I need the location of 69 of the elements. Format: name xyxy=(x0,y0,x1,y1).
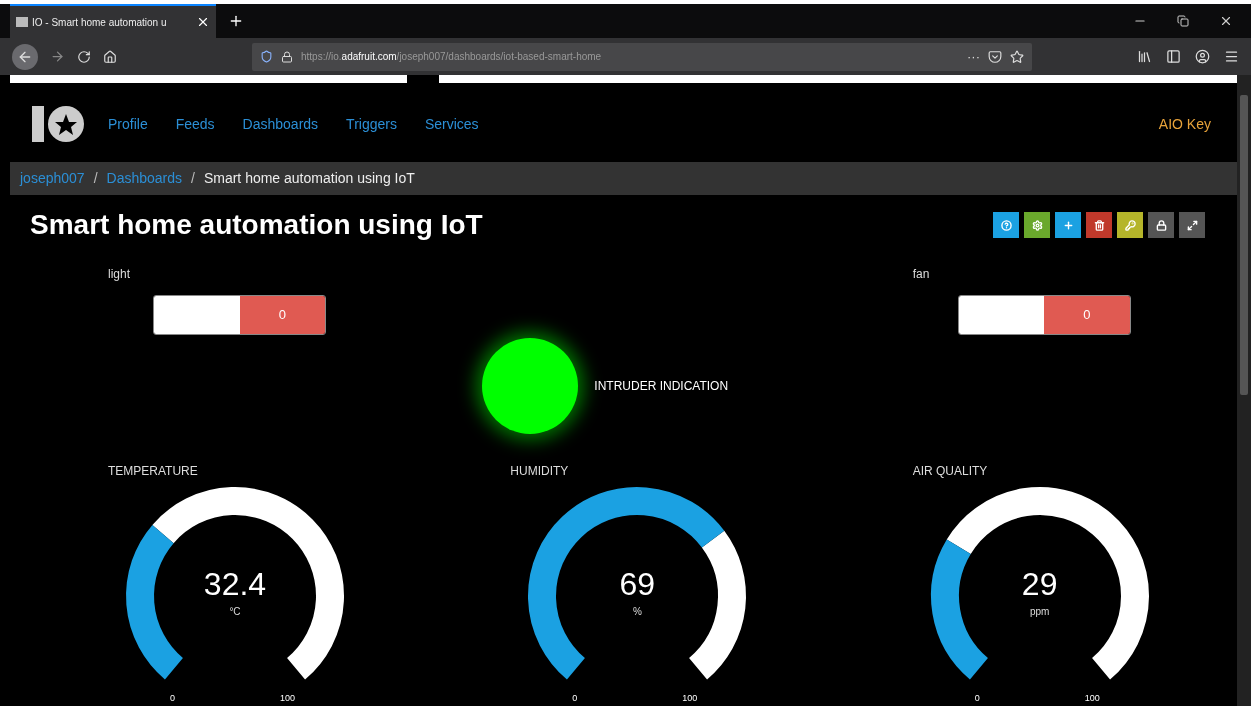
browser-tab[interactable]: IO - Smart home automation u xyxy=(10,4,216,38)
nav-link[interactable]: Feeds xyxy=(175,113,215,135)
gauge-max: 100 xyxy=(280,694,296,703)
menu-icon[interactable] xyxy=(1224,49,1239,64)
toggle-label: light xyxy=(108,265,130,283)
gauge-min: 0 xyxy=(572,694,578,703)
aio-key-link[interactable]: AIO Key xyxy=(1158,113,1211,135)
breadcrumb-current: Smart home automation using IoT xyxy=(203,169,415,189)
key-icon xyxy=(1124,219,1136,231)
new-tab-icon[interactable] xyxy=(228,13,244,29)
gauge-unit: ppm xyxy=(1029,605,1050,619)
library-icon[interactable] xyxy=(1137,49,1152,64)
account-icon[interactable] xyxy=(1195,49,1210,64)
help-button[interactable] xyxy=(993,212,1019,239)
pocket-icon[interactable] xyxy=(988,49,1002,64)
gauge-value: 32.4 xyxy=(203,568,267,600)
toggle-label: fan xyxy=(912,265,930,283)
expand-icon xyxy=(1186,219,1198,231)
add-button[interactable] xyxy=(1055,212,1081,239)
close-icon[interactable] xyxy=(196,15,210,29)
lock-button[interactable] xyxy=(1148,212,1174,239)
scrollbar[interactable] xyxy=(1237,75,1251,706)
gauge-value: 29 xyxy=(1021,568,1058,600)
help-icon xyxy=(1000,219,1012,231)
gauge-min: 0 xyxy=(170,694,175,703)
breadcrumb-separator: / xyxy=(191,169,195,189)
gauge-unit: % xyxy=(632,605,642,619)
breadcrumb-link[interactable]: joseph007 xyxy=(20,168,85,190)
gauge-max: 100 xyxy=(682,694,698,703)
gauge-label: HUMIDITY xyxy=(510,463,569,480)
breadcrumb-link[interactable]: Dashboards xyxy=(106,168,182,190)
key-button[interactable] xyxy=(1117,212,1143,239)
nav-link[interactable]: Dashboards xyxy=(242,113,319,135)
gauge-max: 100 xyxy=(1084,694,1100,703)
close-window-icon[interactable] xyxy=(1219,14,1233,28)
gauge-value: 69 xyxy=(619,568,656,600)
lock-icon xyxy=(281,50,293,63)
nav-link[interactable]: Triggers xyxy=(346,113,397,135)
expand-button[interactable] xyxy=(1179,212,1205,239)
gauge-unit: °C xyxy=(229,605,241,619)
delete-button[interactable] xyxy=(1086,212,1112,239)
page-actions-button[interactable]: ··· xyxy=(967,46,980,67)
reload-icon[interactable] xyxy=(77,49,91,64)
address-bar[interactable]: https://io.adafruit.com/joseph007/dashboards/iot-based-smart-home ··· xyxy=(252,42,1032,71)
add-icon xyxy=(1062,219,1074,231)
nav-link[interactable]: Profile xyxy=(108,113,148,135)
url-text: https://io.adafruit.com/joseph007/dashboards/iot-based-smart-home xyxy=(301,50,602,64)
nav-link[interactable]: Services xyxy=(424,113,479,135)
sidebar-icon[interactable] xyxy=(1166,49,1181,64)
delete-icon xyxy=(1093,219,1105,231)
gauge-label: TEMPERATURE xyxy=(108,463,198,480)
home-icon[interactable] xyxy=(103,49,117,64)
shield-icon xyxy=(260,50,273,63)
back-button[interactable] xyxy=(12,43,38,70)
toggle-switch[interactable]: 0 xyxy=(957,294,1131,335)
settings-icon xyxy=(1031,219,1043,231)
favicon-icon xyxy=(16,17,28,27)
indicator-label: INTRUDER INDICATION xyxy=(594,378,729,396)
forward-icon[interactable] xyxy=(50,49,65,64)
settings-button[interactable] xyxy=(1024,212,1050,239)
dashboard-title: Smart home automation using IoT xyxy=(30,208,483,243)
breadcrumb-separator: / xyxy=(93,169,98,189)
gauge-min: 0 xyxy=(974,694,980,703)
toggle-switch[interactable]: 0 xyxy=(153,294,326,335)
gauge-label: AIR QUALITY xyxy=(912,463,988,480)
lock-icon xyxy=(1155,219,1167,231)
restore-icon[interactable] xyxy=(1177,15,1189,27)
tab-title: IO - Smart home automation u xyxy=(32,15,167,30)
bookmark-icon[interactable] xyxy=(1010,49,1024,64)
